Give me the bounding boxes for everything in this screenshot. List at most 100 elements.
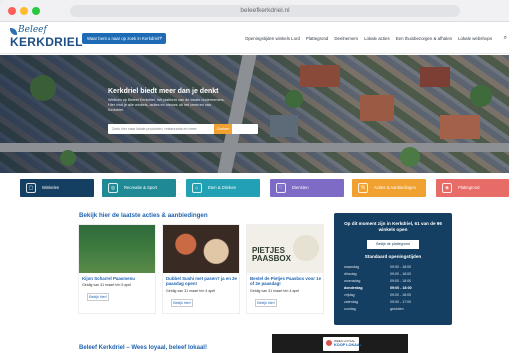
site-header: Beleef KERKDRIEL Waar bent u naar op zoe… (0, 22, 509, 54)
loyalty-banner: WEES LOYAAL KOOP LOKAAL (272, 334, 408, 353)
hours-day: dinsdag (344, 272, 357, 276)
card-button[interactable]: Bekijk hier! (171, 299, 193, 307)
hours-time: 09:00 - 17:00 (390, 300, 412, 304)
ask-button-label: Waar bent u naar op zoek in Kerkdriel? (87, 36, 162, 41)
category-plattegrond[interactable]: ◈ Plattegrond (436, 179, 509, 197)
maximize-window-icon[interactable] (32, 7, 40, 15)
card-button[interactable]: Bekijk hier! (255, 299, 277, 307)
open-shops-status: Op dit moment zijn in Kerkdriel, 61 van … (344, 221, 442, 232)
logo-main-text: KERKDRIEL (10, 35, 83, 49)
card-title: Bestel de Pietjes Paasbox voor 1e of 2e … (250, 276, 322, 287)
hours-day: maandag (344, 265, 359, 269)
hours-day: zondag (344, 307, 356, 311)
minimize-window-icon[interactable] (20, 7, 28, 15)
aerial-road (0, 143, 509, 152)
hours-day: woensdag (344, 279, 361, 283)
hero-banner: Kerkdriel biedt meer dan je denkt Welkom… (0, 55, 509, 173)
browser-toolbar: beleefkerkdriel.nl (0, 0, 509, 22)
tag-icon: % (358, 183, 368, 193)
loyalty-section-title: Beleef Kerkdriel – Wees loyaal, beleef l… (79, 345, 207, 351)
category-label: Eten & Drinken (208, 185, 237, 190)
aerial-roof (420, 67, 450, 87)
logo-top-text: Beleef (18, 25, 47, 35)
nav-item-thuisbezorgen[interactable]: Een thuisbezorgen & afhalen (396, 36, 452, 41)
bike-icon: ◎ (108, 183, 118, 193)
category-winkelen[interactable]: ▢ Winkelen (20, 179, 94, 197)
card-image (79, 225, 155, 273)
aerial-tree (60, 150, 76, 166)
hero-search-input[interactable]: Zoek hier naar lokale producten, restaur… (108, 124, 258, 134)
category-label: Diensten (292, 185, 309, 190)
action-card[interactable]: PIETJES PAASBOX Bestel de Pietjes Paasbo… (246, 224, 324, 314)
hero-title: Kerkdriel biedt meer dan je denkt (108, 88, 219, 95)
hero-text: Welkom op Beleef Kerkdriel, hét platform… (108, 98, 225, 113)
hours-time: gesloten (390, 307, 404, 311)
aerial-tree (30, 75, 56, 101)
nav-item-openingstijden[interactable]: Openingstijden winkels Lord (245, 36, 300, 41)
service-icon: ♡ (276, 183, 286, 193)
bag-icon: ▢ (26, 183, 36, 193)
heart-icon (326, 340, 332, 346)
close-window-icon[interactable] (8, 7, 16, 15)
card-title: Kijon Scharrel Paasmenu (82, 276, 135, 281)
opening-hours-title: Standaard openingstijden (364, 254, 422, 259)
aerial-tree (400, 147, 420, 167)
card-image (163, 225, 239, 273)
aerial-roof (270, 115, 298, 137)
aerial-roof (360, 95, 394, 121)
hero-search-button[interactable]: Zoeken (214, 124, 232, 134)
card-button[interactable]: Bekijk hier! (87, 293, 109, 301)
view-map-button[interactable]: Bekijk de plattegrond (367, 240, 419, 249)
badge-icon (293, 235, 319, 261)
action-card[interactable]: Dubbel Sushi met pasen? ja en 2e paasdag… (162, 224, 240, 314)
aerial-street (217, 55, 257, 173)
category-strip: ▢ Winkelen ◎ Recreatie & Sport ⌂ Eten & … (0, 173, 509, 203)
search-icon[interactable]: ⌕ (504, 35, 507, 42)
aerial-roof (440, 115, 480, 139)
category-label: Plattegrond (458, 185, 480, 190)
hero-search-placeholder: Zoek hier naar lokale producten, restaur… (112, 127, 197, 131)
koop-lokaal-logo: WEES LOYAAL KOOP LOKAAL (323, 337, 362, 351)
hours-time: 09:00 - 18:00 (390, 286, 412, 290)
category-diensten[interactable]: ♡ Diensten (270, 179, 344, 197)
hours-day: vrijdag (344, 293, 355, 297)
hours-time: 09:00 - 18:00 (390, 272, 412, 276)
paasbox-title: PIETJES PAASBOX (252, 247, 291, 263)
category-label: Acties & Aanbiedingen (374, 185, 416, 190)
address-bar[interactable]: beleefkerkdriel.nl (70, 5, 460, 17)
nav-item-plattegrond[interactable]: Plattegrond (306, 36, 328, 41)
card-validity: Geldig van 31 maart t/m 4 april (166, 289, 216, 293)
category-label: Winkelen (42, 185, 60, 190)
leaf-icon (10, 28, 17, 35)
nav-item-deelnemers[interactable]: Deelnemers (334, 36, 358, 41)
category-eten-drinken[interactable]: ⌂ Eten & Drinken (186, 179, 260, 197)
opening-hours-panel: Op dit moment zijn in Kerkdriel, 61 van … (334, 213, 452, 325)
browser-window: beleefkerkdriel.nl Beleef KERKDRIEL Waar… (0, 0, 509, 353)
hours-time: 09:00 - 18:00 (390, 279, 412, 283)
aerial-roof (300, 65, 340, 87)
category-recreatie-sport[interactable]: ◎ Recreatie & Sport (102, 179, 176, 197)
card-image: PIETJES PAASBOX (247, 225, 323, 273)
hours-time: 09:00 - 18:00 (390, 265, 412, 269)
main-nav: Openingstijden winkels Lord Plattegrond … (245, 36, 492, 41)
site-logo[interactable]: Beleef KERKDRIEL (10, 25, 82, 51)
hours-day: donderdag (344, 286, 363, 290)
card-title: Dubbel Sushi met pasen? ja en 2e paasdag… (166, 276, 238, 287)
map-icon: ◈ (442, 183, 452, 193)
food-icon: ⌂ (192, 183, 202, 193)
aerial-tree (470, 85, 492, 107)
card-validity: Geldig van 31 maart t/m 5 april (82, 283, 132, 287)
paasbox-title-line-2: PAASBOX (252, 254, 291, 263)
action-card[interactable]: Kijon Scharrel Paasmenu Geldig van 31 ma… (78, 224, 156, 314)
hours-day: zaterdag (344, 300, 358, 304)
aerial-tree (285, 90, 303, 108)
card-validity: Geldig van 31 maart t/m 4 april (250, 289, 300, 293)
promo-text-main: KOOP LOKAAL (334, 343, 362, 347)
nav-item-lokale-acties[interactable]: Lokale acties (364, 36, 390, 41)
ask-button[interactable]: Waar bent u naar op zoek in Kerkdriel? › (82, 33, 166, 44)
hours-time: 09:00 - 18:00 (390, 293, 412, 297)
category-acties-aanbiedingen[interactable]: % Acties & Aanbiedingen (352, 179, 426, 197)
chevron-right-icon: › (160, 35, 162, 41)
nav-item-webshops[interactable]: Lokale webshops (458, 36, 492, 41)
actions-section-title: Bekijk hier de laatste acties & aanbiedi… (79, 212, 208, 219)
